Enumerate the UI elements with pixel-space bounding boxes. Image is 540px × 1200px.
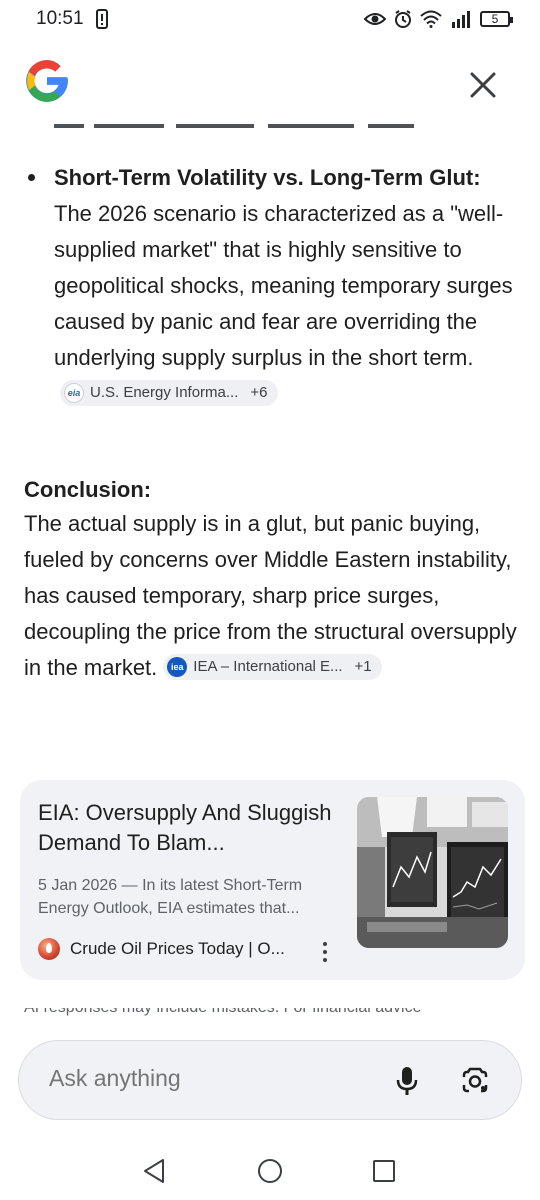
status-bar: 10:51 5	[0, 0, 540, 38]
citation-more: +6	[250, 384, 268, 402]
disclaimer: AI responses may include mistakes. For f…	[24, 1008, 514, 1016]
signal-icon	[452, 11, 470, 28]
header	[0, 52, 540, 116]
home-button[interactable]	[255, 1156, 285, 1186]
card-snippet: 5 Jan 2026 — In its latest Short-Term En…	[38, 877, 303, 917]
recents-square-icon	[373, 1160, 395, 1182]
source-card[interactable]: EIA: Oversupply And Sluggish Demand To B…	[20, 780, 525, 980]
microphone-icon	[396, 1067, 418, 1095]
system-nav-bar	[0, 1140, 540, 1200]
citation-label: U.S. Energy Informa...	[90, 384, 239, 402]
citation-label: IEA – International E...	[193, 658, 343, 676]
conclusion-text: The actual supply is in a glut, but pani…	[24, 506, 524, 686]
card-source-label: Crude Oil Prices Today | O...	[70, 939, 285, 958]
ask-bar[interactable]	[18, 1040, 522, 1120]
eye-icon	[364, 13, 386, 25]
lens-camera-icon	[462, 1067, 488, 1093]
bullet-dot	[28, 174, 35, 181]
status-left: 10:51	[36, 8, 108, 30]
google-logo-icon	[26, 60, 68, 102]
citation-more: +1	[354, 658, 372, 676]
back-button[interactable]	[139, 1156, 169, 1186]
trading-desk-image	[357, 797, 508, 948]
bullet-body: The 2026 scenario is characterized as a …	[54, 201, 513, 370]
card-title[interactable]: EIA: Oversupply And Sluggish Demand To B…	[38, 798, 348, 858]
recents-button[interactable]	[369, 1156, 399, 1186]
card-thumbnail[interactable]	[357, 797, 508, 948]
close-icon	[470, 72, 496, 98]
battery-level: 5	[491, 12, 499, 26]
bullet-text: Short-Term Volatility vs. Long-Term Glut…	[54, 160, 514, 412]
close-button[interactable]	[464, 66, 502, 104]
iea-logo-icon: iea	[167, 657, 188, 678]
ask-input[interactable]	[49, 1065, 349, 1092]
alert-icon	[95, 9, 108, 29]
ai-answer-content: Short-Term Volatility vs. Long-Term Glut…	[0, 116, 540, 1016]
conclusion-section: Conclusion: The actual supply is in a gl…	[24, 474, 524, 686]
status-time: 10:51	[36, 8, 84, 29]
bullet-item: Short-Term Volatility vs. Long-Term Glut…	[24, 160, 514, 412]
voice-search-button[interactable]	[387, 1061, 427, 1101]
battery-icon: 5	[480, 11, 513, 27]
more-options-icon[interactable]	[322, 942, 328, 962]
card-source[interactable]: Crude Oil Prices Today | O...	[38, 938, 285, 960]
back-triangle-icon	[144, 1159, 164, 1183]
disclaimer-text: AI responses may include mistakes. For f…	[24, 1008, 422, 1016]
eia-logo-icon: eia	[64, 383, 84, 404]
clipped-text-line	[54, 116, 474, 130]
status-right: 5	[364, 10, 513, 28]
alarm-icon	[395, 10, 411, 28]
citation-chip-iea[interactable]: iea IEA – International E... +1	[163, 654, 382, 681]
home-circle-icon	[258, 1159, 282, 1183]
wifi-icon	[420, 10, 442, 28]
bullet-heading: Short-Term Volatility vs. Long-Term Glut…	[54, 165, 481, 190]
oil-drop-icon	[38, 938, 60, 960]
conclusion-heading: Conclusion:	[24, 477, 152, 502]
google-lens-button[interactable]	[455, 1061, 495, 1101]
citation-chip-eia[interactable]: eia U.S. Energy Informa... +6	[60, 380, 278, 407]
